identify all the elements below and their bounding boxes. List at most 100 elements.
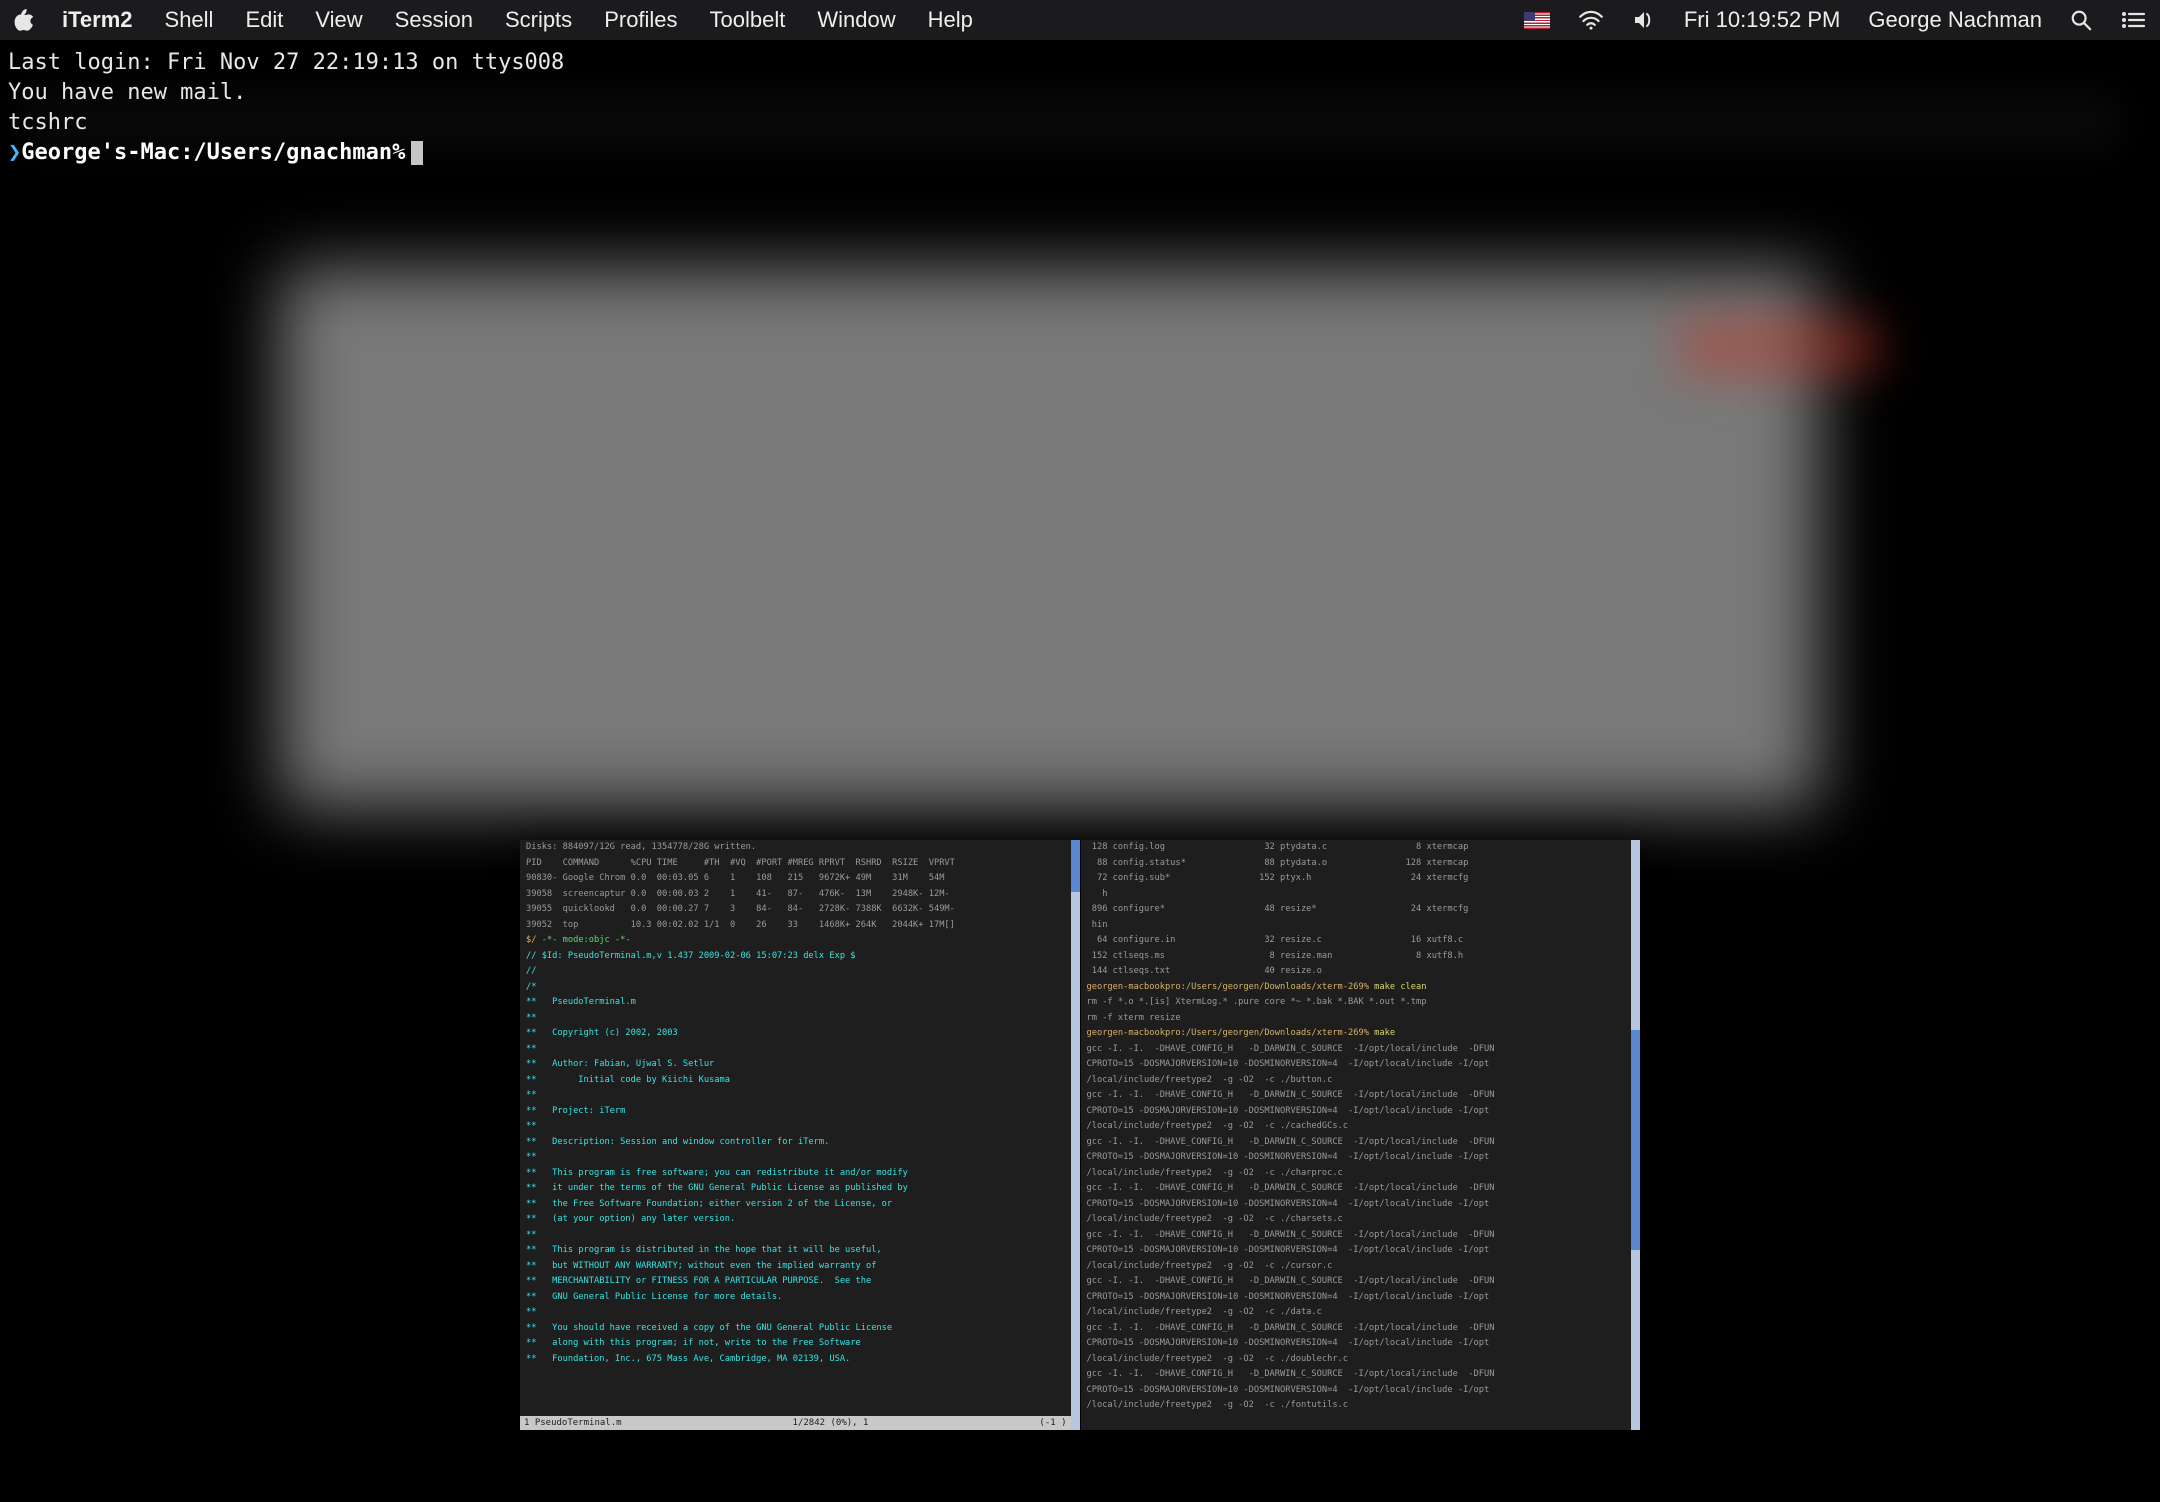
left-pane-top-row: 39055 quicklookd 0.0 00:00.27 7 3 84- 84… — [520, 902, 1071, 918]
left-pane-modeline: $/ -*- mode:objc -*- — [520, 933, 1071, 949]
right-pane-gcc: CPROTO=15 -DOSMAJORVERSION=10 -DOSMINORV… — [1081, 1150, 1632, 1166]
left-pane-comment: ** — [520, 1305, 1071, 1321]
right-pane-ls-row: 896 configure* 48 resize* 24 xtermcfg — [1081, 902, 1632, 918]
right-pane-prompt: georgen-macbookpro:/Users/georgen/Downlo… — [1081, 1026, 1632, 1042]
prompt-caret-icon: ❯ — [8, 138, 21, 168]
left-pane-comment: ** (at your option) any later version. — [520, 1212, 1071, 1228]
left-pane-comment: // — [520, 964, 1071, 980]
menu-help[interactable]: Help — [912, 7, 989, 33]
right-pane-gcc: gcc -I. -I. -DHAVE_CONFIG_H -D_DARWIN_C_… — [1081, 1228, 1632, 1244]
left-pane-scrollbar[interactable] — [1071, 840, 1080, 1430]
left-pane-top-row: 39052 top 10.3 00:02.02 1/1 0 26 33 1468… — [520, 918, 1071, 934]
left-pane-comment: ** — [520, 1150, 1071, 1166]
right-pane-gcc: CPROTO=15 -DOSMAJORVERSION=10 -DOSMINORV… — [1081, 1336, 1632, 1352]
right-pane-gcc: /local/include/freetype2 -g -O2 -c ./cha… — [1081, 1212, 1632, 1228]
left-pane-comment: ** it under the terms of the GNU General… — [520, 1181, 1071, 1197]
right-pane-ls-row: 64 configure.in 32 resize.c 16 xutf8.c — [1081, 933, 1632, 949]
apple-menu-icon[interactable] — [0, 8, 46, 32]
right-pane-ls-row: 72 config.sub* 152 ptyx.h 24 xtermcfg — [1081, 871, 1632, 887]
left-pane-comment: ** — [520, 1011, 1071, 1027]
right-pane-prompt: georgen-macbookpro:/Users/georgen/Downlo… — [1081, 980, 1632, 996]
menubar-user[interactable]: George Nachman — [1854, 7, 2056, 33]
terminal-prompt: George's-Mac:/Users/gnachman% — [21, 138, 405, 168]
left-pane-comment: ** — [520, 1042, 1071, 1058]
terminal-output-mail: You have new mail. — [8, 78, 2152, 108]
right-pane-gcc: /local/include/freetype2 -g -O2 -c ./cur… — [1081, 1259, 1632, 1275]
menu-shell[interactable]: Shell — [149, 7, 230, 33]
terminal-output-login: Last login: Fri Nov 27 22:19:13 on ttys0… — [8, 48, 2152, 78]
right-pane-gcc: gcc -I. -I. -DHAVE_CONFIG_H -D_DARWIN_C_… — [1081, 1088, 1632, 1104]
menubar-clock[interactable]: Fri 10:19:52 PM — [1670, 7, 1855, 33]
left-pane-comment: /* — [520, 980, 1071, 996]
menu-session[interactable]: Session — [379, 7, 489, 33]
left-pane-comment: ** — [520, 1119, 1071, 1135]
left-pane-status-bar: 1 PseudoTerminal.m 1/2842 (0%), 1 (-1 ) — [520, 1416, 1071, 1430]
right-pane-gcc: gcc -I. -I. -DHAVE_CONFIG_H -D_DARWIN_C_… — [1081, 1274, 1632, 1290]
right-pane-gcc: /local/include/freetype2 -g -O2 -c ./cha… — [1081, 1166, 1632, 1182]
app-name[interactable]: iTerm2 — [46, 7, 149, 33]
left-pane-comment: ** along with this program; if not, writ… — [520, 1336, 1071, 1352]
left-pane-comment: ** This program is free software; you ca… — [520, 1166, 1071, 1182]
left-pane-comment: ** the Free Software Foundation; either … — [520, 1197, 1071, 1213]
right-pane-ls-row: 88 config.status* 88 ptydata.o 128 xterm… — [1081, 856, 1632, 872]
right-pane-ls-row: hin — [1081, 918, 1632, 934]
left-pane-comment: ** Initial code by Kiichi Kusama — [520, 1073, 1071, 1089]
terminal-output-rc: tcshrc — [8, 108, 2152, 138]
right-pane-output: rm -f *.o *.[is] XtermLog.* .pure core *… — [1081, 995, 1632, 1011]
left-pane-comment: ** This program is distributed in the ho… — [520, 1243, 1071, 1259]
right-pane-gcc: /local/include/freetype2 -g -O2 -c ./but… — [1081, 1073, 1632, 1089]
menu-scripts[interactable]: Scripts — [489, 7, 588, 33]
right-pane-output: rm -f xterm resize — [1081, 1011, 1632, 1027]
left-pane-comment: ** — [520, 1228, 1071, 1244]
left-pane-comment: ** — [520, 1088, 1071, 1104]
volume-icon[interactable] — [1618, 10, 1670, 30]
spotlight-icon[interactable] — [2056, 9, 2106, 31]
scrollbar-thumb[interactable] — [1631, 1030, 1640, 1250]
left-pane-comment: ** You should have received a copy of th… — [520, 1321, 1071, 1337]
terminal-prompt-line[interactable]: ❯ George's-Mac:/Users/gnachman% — [8, 138, 2152, 168]
left-pane: Disks: 884097/12G read, 1354778/28G writ… — [520, 840, 1081, 1430]
left-pane-comment: ** Foundation, Inc., 675 Mass Ave, Cambr… — [520, 1352, 1071, 1368]
us-flag-icon — [1524, 12, 1550, 29]
scrollbar-thumb[interactable] — [1071, 840, 1080, 892]
menu-window[interactable]: Window — [801, 7, 911, 33]
status-position: 1/2842 (0%), 1 — [793, 1416, 869, 1430]
menu-edit[interactable]: Edit — [229, 7, 299, 33]
menu-view[interactable]: View — [299, 7, 378, 33]
right-pane-gcc: /local/include/freetype2 -g -O2 -c ./fon… — [1081, 1398, 1632, 1414]
status-encoding: (-1 ) — [1039, 1416, 1066, 1430]
left-pane-top-row: 39058 screencaptur 0.0 00:00.03 2 1 41- … — [520, 887, 1071, 903]
right-pane: 128 config.log 32 ptydata.c 8 xtermcap 8… — [1081, 840, 1641, 1430]
right-pane-scrollbar[interactable] — [1631, 840, 1640, 1430]
right-pane-gcc: CPROTO=15 -DOSMAJORVERSION=10 -DOSMINORV… — [1081, 1383, 1632, 1399]
left-pane-top-output — [520, 840, 1062, 856]
right-pane-gcc: CPROTO=15 -DOSMAJORVERSION=10 -DOSMINORV… — [1081, 1104, 1632, 1120]
wifi-icon[interactable] — [1564, 10, 1618, 30]
right-pane-ls-row: 152 ctlseqs.ms 8 resize.man 8 xutf8.h — [1081, 949, 1632, 965]
left-pane-comment: ** Project: iTerm — [520, 1104, 1071, 1120]
right-pane-ls-row: 144 ctlseqs.txt 40 resize.o — [1081, 964, 1632, 980]
status-filename: 1 PseudoTerminal.m — [524, 1416, 622, 1430]
menu-profiles[interactable]: Profiles — [588, 7, 693, 33]
left-pane-sid: // $Id: PseudoTerminal.m,v 1.437 2009-02… — [520, 949, 1071, 965]
terminal-viewport[interactable]: Last login: Fri Nov 27 22:19:13 on ttys0… — [0, 40, 2160, 168]
right-pane-gcc: CPROTO=15 -DOSMAJORVERSION=10 -DOSMINORV… — [1081, 1290, 1632, 1306]
left-pane-comment: ** but WITHOUT ANY WARRANTY; without eve… — [520, 1259, 1071, 1275]
right-pane-gcc: gcc -I. -I. -DHAVE_CONFIG_H -D_DARWIN_C_… — [1081, 1181, 1632, 1197]
right-pane-gcc: gcc -I. -I. -DHAVE_CONFIG_H -D_DARWIN_C_… — [1081, 1042, 1632, 1058]
left-pane-comment: ** GNU General Public License for more d… — [520, 1290, 1071, 1306]
embedded-screenshot: Disks: 884097/12G read, 1354778/28G writ… — [520, 840, 1640, 1430]
right-pane-gcc: /local/include/freetype2 -g -O2 -c ./dou… — [1081, 1352, 1632, 1368]
right-pane-gcc: gcc -I. -I. -DHAVE_CONFIG_H -D_DARWIN_C_… — [1081, 1321, 1632, 1337]
right-pane-gcc: /local/include/freetype2 -g -O2 -c ./dat… — [1081, 1305, 1632, 1321]
left-pane-comment: ** Description: Session and window contr… — [520, 1135, 1071, 1151]
control-center-icon[interactable] — [2106, 10, 2160, 30]
left-pane-comment: ** Author: Fabian, Ujwal S. Setlur — [520, 1057, 1071, 1073]
left-pane-comment: ** MERCHANTABILITY or FITNESS FOR A PART… — [520, 1274, 1071, 1290]
right-pane-gcc: CPROTO=15 -DOSMAJORVERSION=10 -DOSMINORV… — [1081, 1197, 1632, 1213]
input-source-icon[interactable] — [1510, 12, 1564, 29]
menu-toolbelt[interactable]: Toolbelt — [694, 7, 802, 33]
right-pane-ls-row: h — [1081, 887, 1632, 903]
right-pane-gcc: CPROTO=15 -DOSMAJORVERSION=10 -DOSMINORV… — [1081, 1243, 1632, 1259]
macos-menubar: iTerm2 Shell Edit View Session Scripts P… — [0, 0, 2160, 40]
